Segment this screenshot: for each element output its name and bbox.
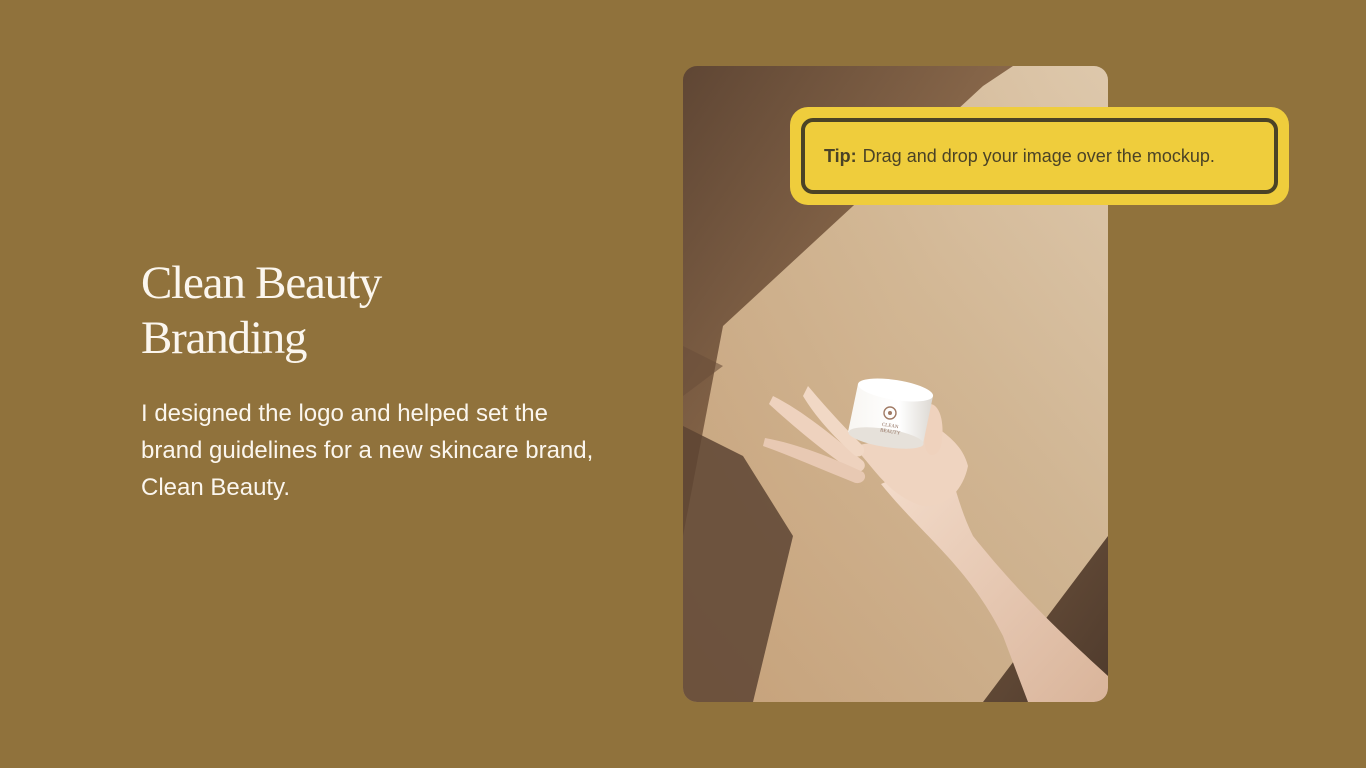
slide-title-line-2: Branding [141, 312, 308, 364]
slide-title: Clean Beauty Branding [141, 256, 561, 366]
slide-title-line-1: Clean Beauty [141, 257, 382, 309]
tip-label: Tip: [824, 145, 857, 166]
slide-description: I designed the logo and helped set the b… [141, 400, 594, 501]
tip-text: Drag and drop your image over the mockup… [862, 145, 1215, 166]
tip-callout: Tip: Drag and drop your image over the m… [790, 107, 1289, 205]
tip-callout-inner: Tip: Drag and drop your image over the m… [801, 118, 1278, 194]
slide: Clean Beauty Branding I designed the log… [0, 0, 1366, 768]
